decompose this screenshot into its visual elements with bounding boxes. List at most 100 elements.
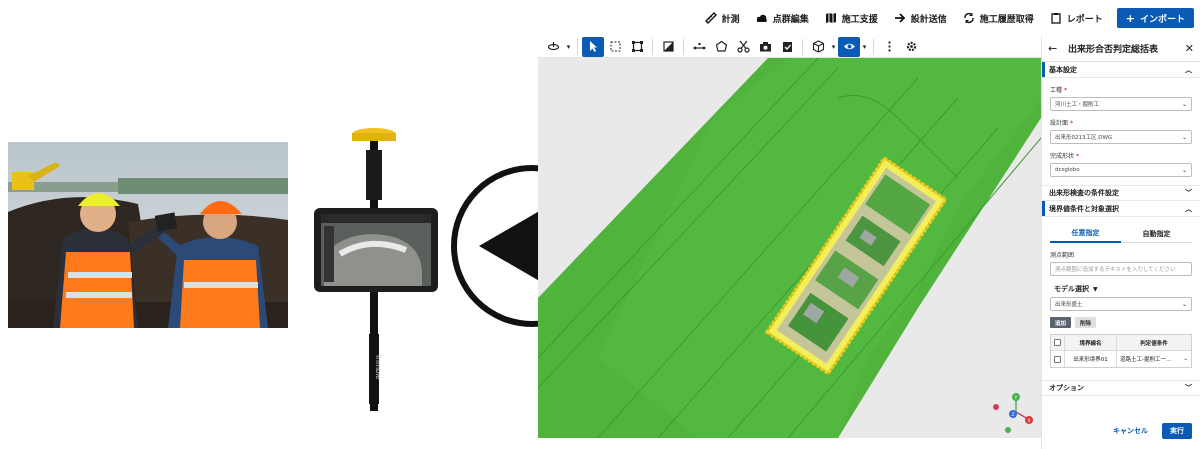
model-select-value: 出来形盛土 bbox=[1055, 302, 1083, 308]
work-type-select[interactable]: 河川土工・掘削工 ⌄ bbox=[1050, 97, 1192, 111]
select-all-checkbox[interactable] bbox=[1054, 339, 1061, 346]
design-surface-select[interactable]: 出来形0213工区.DWG ⌄ bbox=[1050, 130, 1192, 144]
section-options[interactable]: オプション ﹀ bbox=[1042, 380, 1200, 396]
select-tool-button[interactable] bbox=[582, 36, 604, 57]
terrain-model: Y X Z bbox=[538, 58, 1041, 438]
kebab-icon bbox=[887, 41, 891, 52]
dashed-rect-icon bbox=[610, 41, 620, 52]
delete-row-button[interactable]: 削除 bbox=[1075, 317, 1097, 328]
svg-text:X: X bbox=[1028, 418, 1031, 424]
3d-viewport[interactable]: Y X Z bbox=[538, 58, 1041, 438]
chevron-up-icon: ︿ bbox=[1185, 65, 1192, 74]
frame-icon bbox=[631, 41, 643, 52]
section-inspection-conditions[interactable]: 出来形検査の条件設定 ﹀ bbox=[1042, 185, 1200, 201]
run-button[interactable]: 実行 bbox=[1162, 423, 1192, 439]
menu-construction-support-label: 施工支援 bbox=[841, 14, 878, 25]
section-options-label: オプション bbox=[1049, 384, 1084, 392]
menu-history-fetch[interactable]: 施工履歴取得 bbox=[955, 6, 1042, 30]
section-boundary-conditions[interactable]: 境界値条件と対象選択 ︿ bbox=[1042, 201, 1200, 217]
cut-tool-button[interactable] bbox=[732, 37, 754, 57]
orbit-icon bbox=[547, 42, 559, 51]
design-surface-value: 出来形0213工区.DWG bbox=[1055, 135, 1113, 141]
section-basic-settings[interactable]: 基本設定 ︿ bbox=[1042, 62, 1200, 78]
rect-select-button[interactable] bbox=[604, 37, 626, 57]
station-range-input[interactable]: 測点範囲に追加するテキストを入力してください bbox=[1050, 262, 1192, 276]
row-condition-select[interactable]: 道路土工-掘削工一… ⌄ bbox=[1117, 351, 1191, 367]
model-select-label: モデル選択 bbox=[1054, 285, 1089, 293]
menu-report[interactable]: レポート bbox=[1042, 6, 1111, 30]
visibility-button[interactable] bbox=[838, 36, 860, 57]
header-boundary-name: 境界線名 bbox=[1065, 335, 1117, 350]
finished-shape-label: 完成形状 * bbox=[1050, 153, 1079, 160]
site-photo bbox=[8, 142, 288, 328]
back-arrow-icon[interactable]: ← bbox=[1048, 42, 1062, 55]
row-boundary-name: 出来形境界01 bbox=[1065, 351, 1117, 367]
boundary-table: 境界線名 判定値条件 出来形境界01 道路土工-掘削工一… ⌄ bbox=[1050, 334, 1192, 368]
svg-text:Z: Z bbox=[1012, 412, 1015, 418]
gnss-rover-device: Trimble bbox=[314, 128, 438, 411]
toolbar-divider bbox=[802, 38, 803, 55]
work-type-label: 工種 * bbox=[1050, 87, 1067, 94]
close-icon[interactable]: ✕ bbox=[1182, 42, 1194, 55]
row-checkbox[interactable] bbox=[1054, 355, 1061, 363]
chevron-up-icon: ︿ bbox=[1185, 204, 1192, 213]
camera-icon bbox=[759, 42, 771, 52]
view-toolbar: ▾ ▾ ▾ bbox=[538, 36, 1041, 58]
menu-measure[interactable]: 計測 bbox=[697, 6, 748, 30]
cube-view-button[interactable] bbox=[807, 37, 829, 57]
panel-title: 出来形合否判定総括表 bbox=[1068, 45, 1159, 55]
toolbar-divider bbox=[577, 38, 578, 55]
table-row[interactable]: 出来形境界01 道路土工-掘削工一… ⌄ bbox=[1051, 351, 1191, 367]
frame-select-button[interactable] bbox=[626, 37, 648, 57]
panel-footer: キャンセル 実行 bbox=[1042, 423, 1200, 439]
sync-icon bbox=[964, 12, 974, 24]
settings-button[interactable] bbox=[900, 37, 922, 57]
distance-tool-button[interactable] bbox=[688, 37, 710, 57]
toolbar-divider bbox=[652, 38, 653, 55]
distance-icon bbox=[693, 42, 705, 50]
section-inspection-label: 出来形検査の条件設定 bbox=[1049, 189, 1119, 197]
svg-text:Trimble: Trimble bbox=[374, 353, 382, 380]
selection-tabs: 任意指定 自動指定 bbox=[1050, 225, 1192, 243]
section-boundary-label: 境界値条件と対象選択 bbox=[1049, 204, 1119, 213]
finished-shape-value: dcsglobo bbox=[1055, 167, 1080, 173]
snapshot-button[interactable] bbox=[754, 37, 776, 57]
checklist-button[interactable] bbox=[776, 37, 798, 57]
clipboard-icon bbox=[1051, 13, 1061, 24]
station-range-label: 測点範囲 bbox=[1050, 252, 1075, 259]
model-select[interactable]: 出来形盛土 ⌄ bbox=[1050, 297, 1192, 311]
add-row-button[interactable]: 追加 bbox=[1050, 317, 1072, 328]
polygon-icon bbox=[715, 40, 727, 52]
toolbar-divider bbox=[683, 38, 684, 55]
more-options-button[interactable] bbox=[878, 37, 900, 57]
orbit-caret-icon[interactable]: ▾ bbox=[564, 37, 573, 57]
menu-pointcloud-edit[interactable]: 点群編集 bbox=[748, 6, 817, 30]
cube-icon bbox=[812, 40, 824, 53]
tab-auto[interactable]: 自動指定 bbox=[1121, 225, 1192, 243]
menu-construction-support[interactable]: 施工支援 bbox=[817, 6, 886, 30]
chevron-down-icon: ﹀ bbox=[1185, 384, 1192, 392]
toolbar-divider bbox=[873, 38, 874, 55]
import-button-label: インポート bbox=[1139, 14, 1185, 25]
header-condition: 判定値条件 bbox=[1140, 340, 1168, 347]
finished-shape-select[interactable]: dcsglobo ⌄ bbox=[1050, 163, 1192, 177]
orbit-tool-button[interactable] bbox=[542, 37, 564, 57]
model-select-heading[interactable]: モデル選択 ▼ bbox=[1042, 284, 1200, 294]
visibility-caret-icon[interactable]: ▾ bbox=[860, 37, 869, 57]
chevron-down-icon: ﹀ bbox=[1185, 189, 1192, 197]
report-settings-panel: ← 出来形合否判定総括表 ✕ 基本設定 ︿ 工種 * 河川土工・掘削工 ⌄ 設計… bbox=[1041, 36, 1200, 449]
scissors-icon bbox=[736, 40, 750, 53]
chevron-down-icon: ⌄ bbox=[1181, 300, 1187, 308]
chevron-down-icon: ⌄ bbox=[1183, 356, 1188, 362]
cancel-button[interactable]: キャンセル bbox=[1107, 426, 1154, 436]
caret-down-icon: ▼ bbox=[1093, 285, 1098, 293]
cube-caret-icon[interactable]: ▾ bbox=[829, 37, 838, 57]
import-button[interactable]: + インポート bbox=[1116, 8, 1194, 28]
contrast-button[interactable] bbox=[657, 37, 679, 57]
menu-design-send[interactable]: 設計送信 bbox=[886, 6, 955, 30]
menu-pointcloud-edit-label: 点群編集 bbox=[772, 14, 809, 25]
tab-manual[interactable]: 任意指定 bbox=[1050, 225, 1121, 243]
cursor-icon bbox=[589, 41, 597, 52]
chevron-down-icon: ⌄ bbox=[1181, 100, 1187, 108]
polygon-tool-button[interactable] bbox=[710, 37, 732, 57]
